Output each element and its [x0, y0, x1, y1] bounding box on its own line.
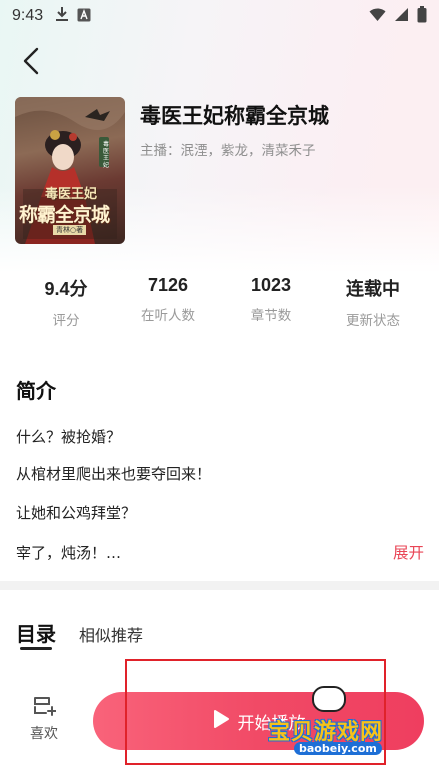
- book-cover[interactable]: 毒医王妃 毒医王妃 称霸全京城 青林○著: [15, 97, 125, 244]
- cover-title-line2: 称霸全京城: [19, 204, 110, 226]
- wifi-icon: [369, 7, 386, 26]
- translate-icon: [77, 7, 91, 26]
- intro-line: 让她和公鸡拜堂？: [16, 504, 137, 522]
- expand-button[interactable]: 展开: [393, 541, 424, 563]
- add-to-list-icon: [32, 697, 57, 721]
- stat-rating: 9.4分 评分: [16, 275, 116, 329]
- intro-heading: 简介: [16, 379, 56, 403]
- intro-section: 简介 什么？被抢婚？ 从棺材里爬出来也要夺回来！ 让她和公鸡拜堂？ 宰了，炖汤！…: [0, 345, 439, 581]
- stats-row: 9.4分 评分 7126 在听人数 1023 章节数 连载中 更新状态: [0, 275, 439, 335]
- tab-active-indicator: [20, 647, 52, 650]
- intro-line: 宰了，炖汤！…: [16, 544, 122, 562]
- stat-update-status: 连载中 更新状态: [323, 275, 423, 329]
- stat-value: 1023: [250, 275, 292, 295]
- stat-listeners: 7126 在听人数: [118, 275, 218, 324]
- cover-side-tag: 毒医王妃: [103, 141, 110, 169]
- tab-similar-recommendations[interactable]: 相似推荐: [79, 622, 143, 646]
- download-icon: [55, 6, 69, 26]
- intro-line: 从棺材里爬出来也要夺回来！: [16, 465, 212, 483]
- back-button[interactable]: [14, 46, 48, 80]
- cover-author: 青林○著: [53, 225, 87, 235]
- status-bar: 9:43: [0, 0, 439, 32]
- like-label: 喜欢: [30, 726, 58, 742]
- battery-icon: [417, 5, 427, 27]
- signal-icon: [394, 7, 409, 26]
- book-title: 毒医王妃称霸全京城: [140, 104, 329, 128]
- watermark: 宝贝游戏网 baobeiy.com: [268, 686, 418, 766]
- intro-line: 什么？被抢婚？: [16, 428, 122, 446]
- stat-label: 更新状态: [346, 313, 400, 329]
- stat-value: 9.4分: [44, 279, 88, 299]
- stat-value: 7126: [147, 275, 189, 295]
- tab-catalog[interactable]: 目录: [16, 618, 56, 647]
- status-time: 9:43: [12, 7, 44, 24]
- like-button[interactable]: 喜欢: [26, 695, 62, 743]
- stat-label: 章节数: [250, 308, 292, 324]
- stat-chapters: 1023 章节数: [221, 275, 321, 324]
- chevron-left-icon: [22, 47, 40, 79]
- stat-label: 评分: [52, 313, 80, 329]
- stat-label: 在听人数: [141, 308, 195, 324]
- watermark-url: baobeiy.com: [294, 742, 382, 755]
- stat-value: 连载中: [346, 279, 400, 299]
- narrators: 主播：泯湮，紫龙，清菜禾子: [140, 143, 316, 159]
- gamepad-icon: [312, 686, 346, 712]
